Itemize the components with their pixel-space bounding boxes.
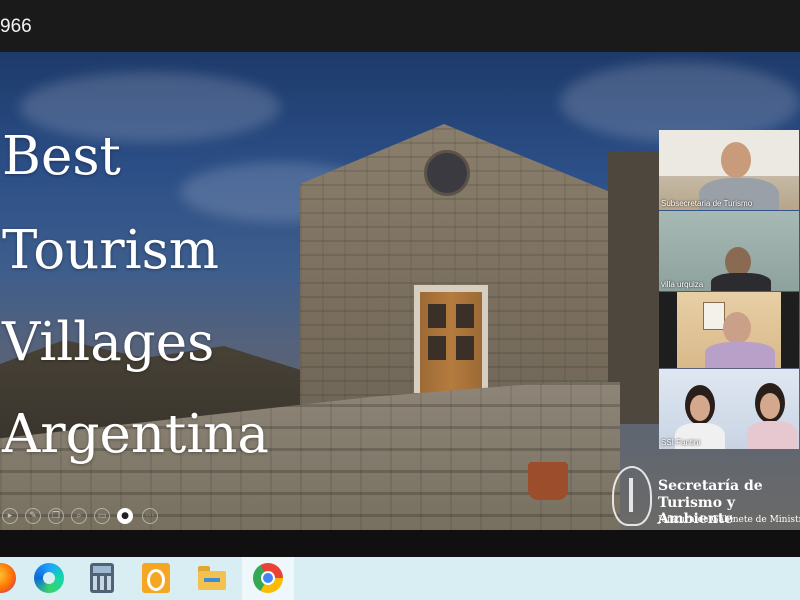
slide-title-line-1: Best [2,126,121,187]
participant-name: villa urquiza [661,280,704,289]
zoom-icon[interactable]: ⌕ [71,508,87,524]
chrome-icon[interactable] [253,563,283,593]
participant-body [711,273,771,291]
outlook-icon[interactable] [142,563,170,593]
participant-name: SSI Fantini [661,438,701,447]
slide-title-line-2: Tourism [2,220,220,281]
pen-icon[interactable]: ✎ [25,508,41,524]
screen-bottom-strip [0,530,800,557]
participant-face [760,393,780,419]
flower-pot [528,462,568,500]
meeting-id-text: 966 [0,16,32,37]
participant-face [723,312,751,344]
screen-icon[interactable]: ▭ [94,508,110,524]
logo-text-line-1: Secretaría de [658,478,763,494]
play-icon[interactable]: ▸ [2,508,18,524]
participant-face [690,395,710,421]
door-pane [456,336,474,360]
round-window [424,150,470,196]
shared-screen-slide: Best Tourism Villages Argentina ▸ ✎ ❐ ⌕ … [0,52,800,530]
door-pane [456,304,474,328]
participant-tile-4[interactable]: SSI Fantini [659,369,799,449]
slide-title-line-4: Argentina [2,404,270,465]
camera-icon[interactable]: ● [117,508,133,524]
participant-tile-1[interactable]: Subsecretaria de Turismo [659,130,799,210]
national-seal-icon [612,466,652,526]
participant-body [747,421,797,449]
file-explorer-icon[interactable] [198,566,226,592]
calculator-icon[interactable] [90,563,114,593]
meeting-top-bar: 966 [0,0,800,52]
participant-tile-2[interactable]: villa urquiza [659,211,799,291]
more-icon[interactable]: ⋯ [142,508,158,524]
windows-taskbar [0,557,800,600]
secretaria-logo: Secretaría de Turismo y Ambiente Jefatur… [610,460,800,530]
firefox-icon[interactable] [0,563,16,593]
door-pane [428,336,446,360]
wooden-door [420,292,482,393]
edge-icon[interactable] [34,563,64,593]
door-pane [428,304,446,328]
copy-icon[interactable]: ❐ [48,508,64,524]
slide-title-line-3: Villages [2,312,215,373]
wall-picture [703,302,725,330]
logo-text-line-3: Jefatura de Gabinete de Ministros [658,515,800,525]
participant-face [721,142,751,178]
participant-name: Subsecretaria de Turismo [661,199,753,208]
participant-body [705,342,775,368]
participant-tile-3[interactable] [659,292,799,368]
